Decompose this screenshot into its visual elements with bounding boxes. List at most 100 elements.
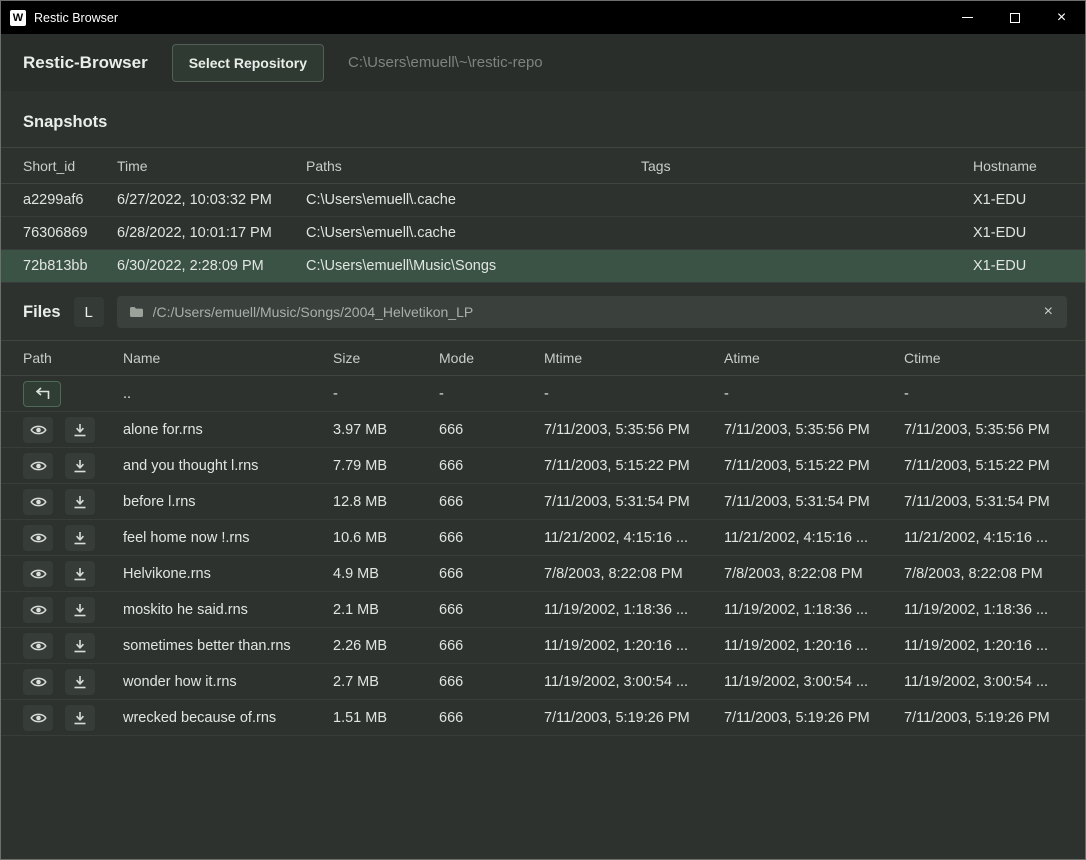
cell-atime: 7/11/2003, 5:31:54 PM <box>724 494 904 510</box>
column-header-ctime: Ctime <box>904 350 1085 366</box>
file-row: sometimes better than.rns 2.26 MB 666 11… <box>1 628 1085 664</box>
column-header-time: Time <box>117 158 306 174</box>
maximize-icon <box>1010 13 1020 23</box>
app-header: Restic-Browser Select Repository C:\User… <box>1 34 1085 91</box>
cell-name: sometimes better than.rns <box>123 638 333 654</box>
cell-size: 2.1 MB <box>333 602 439 618</box>
titlebar-left: W Restic Browser <box>1 10 118 26</box>
cell-mtime: 11/19/2002, 3:00:54 ... <box>544 674 724 690</box>
download-button[interactable] <box>65 633 95 659</box>
cell-mtime: 11/21/2002, 4:15:16 ... <box>544 530 724 546</box>
eye-icon <box>30 495 47 509</box>
preview-button[interactable] <box>23 525 53 551</box>
cell-atime: 11/19/2002, 3:00:54 ... <box>724 674 904 690</box>
cell-name: wrecked because of.rns <box>123 710 333 726</box>
clear-path-button[interactable]: × <box>1042 304 1055 320</box>
snapshots-section-title: Snapshots <box>23 113 1085 132</box>
parent-dir-actions <box>23 381 123 407</box>
files-toolbar: Files L /C:/Users/emuell/Music/Songs/200… <box>1 283 1085 340</box>
download-button[interactable] <box>65 525 95 551</box>
close-icon: × <box>1057 9 1066 27</box>
download-icon <box>73 639 87 653</box>
download-icon <box>73 567 87 581</box>
cell-mode: 666 <box>439 602 544 618</box>
preview-button[interactable] <box>23 597 53 623</box>
download-button[interactable] <box>65 417 95 443</box>
cell-atime: 7/11/2003, 5:35:56 PM <box>724 422 904 438</box>
cell-ctime: 11/19/2002, 1:20:16 ... <box>904 638 1085 654</box>
cell-hostname: X1-EDU <box>973 192 1067 208</box>
download-button[interactable] <box>65 489 95 515</box>
cell-ctime: 7/11/2003, 5:35:56 PM <box>904 422 1085 438</box>
download-button[interactable] <box>65 453 95 479</box>
minimize-button[interactable] <box>944 1 991 34</box>
eye-icon <box>30 423 47 437</box>
cell-mode: - <box>439 386 544 402</box>
cell-short-id: 72b813bb <box>23 258 117 274</box>
app-logo-icon: W <box>10 10 26 26</box>
preview-button[interactable] <box>23 705 53 731</box>
download-button[interactable] <box>65 561 95 587</box>
cell-name: Helvikone.rns <box>123 566 333 582</box>
file-row-actions <box>23 633 123 659</box>
cell-mtime: 7/8/2003, 8:22:08 PM <box>544 566 724 582</box>
file-row-actions <box>23 489 123 515</box>
parent-dir-button[interactable] <box>23 381 61 407</box>
cell-ctime: 7/8/2003, 8:22:08 PM <box>904 566 1085 582</box>
cell-mode: 666 <box>439 422 544 438</box>
preview-button[interactable] <box>23 489 53 515</box>
current-path: /C:/Users/emuell/Music/Songs/2004_Helvet… <box>153 304 1033 320</box>
minimize-icon <box>962 17 973 18</box>
cell-size: - <box>333 386 439 402</box>
download-icon <box>73 603 87 617</box>
column-header-mode: Mode <box>439 350 544 366</box>
cell-name: before l.rns <box>123 494 333 510</box>
cell-size: 1.51 MB <box>333 710 439 726</box>
titlebar[interactable]: W Restic Browser × <box>1 1 1085 34</box>
snapshot-row[interactable]: 72b813bb 6/30/2022, 2:28:09 PM C:\Users\… <box>1 250 1085 283</box>
snapshot-row[interactable]: 76306869 6/28/2022, 10:01:17 PM C:\Users… <box>1 217 1085 250</box>
cell-mtime: 7/11/2003, 5:19:26 PM <box>544 710 724 726</box>
files-section-title: Files <box>23 303 61 322</box>
cell-atime: 7/11/2003, 5:19:26 PM <box>724 710 904 726</box>
preview-button[interactable] <box>23 561 53 587</box>
file-row: feel home now !.rns 10.6 MB 666 11/21/20… <box>1 520 1085 556</box>
eye-icon <box>30 459 47 473</box>
cell-atime: - <box>724 386 904 402</box>
cell-ctime: 11/19/2002, 3:00:54 ... <box>904 674 1085 690</box>
cell-name: .. <box>123 386 333 402</box>
download-button[interactable] <box>65 597 95 623</box>
snapshot-row[interactable]: a2299af6 6/27/2022, 10:03:32 PM C:\Users… <box>1 184 1085 217</box>
maximize-button[interactable] <box>991 1 1038 34</box>
cell-size: 3.97 MB <box>333 422 439 438</box>
preview-button[interactable] <box>23 417 53 443</box>
cell-ctime: 7/11/2003, 5:31:54 PM <box>904 494 1085 510</box>
download-button[interactable] <box>65 669 95 695</box>
cell-name: alone for.rns <box>123 422 333 438</box>
preview-button[interactable] <box>23 669 53 695</box>
file-row: alone for.rns 3.97 MB 666 7/11/2003, 5:3… <box>1 412 1085 448</box>
app-window: W Restic Browser × Restic-Browser Select… <box>0 0 1086 860</box>
cell-mtime: - <box>544 386 724 402</box>
cell-name: feel home now !.rns <box>123 530 333 546</box>
cell-atime: 7/8/2003, 8:22:08 PM <box>724 566 904 582</box>
cell-size: 2.26 MB <box>333 638 439 654</box>
column-header-hostname: Hostname <box>973 158 1067 174</box>
column-header-atime: Atime <box>724 350 904 366</box>
cell-hostname: X1-EDU <box>973 258 1067 274</box>
file-row-actions <box>23 561 123 587</box>
download-button[interactable] <box>65 705 95 731</box>
close-button[interactable]: × <box>1038 1 1085 34</box>
select-repository-button[interactable]: Select Repository <box>172 44 324 82</box>
cell-mode: 666 <box>439 494 544 510</box>
preview-button[interactable] <box>23 453 53 479</box>
eye-icon <box>30 675 47 689</box>
column-header-name: Name <box>123 350 333 366</box>
preview-button[interactable] <box>23 633 53 659</box>
path-bar[interactable]: /C:/Users/emuell/Music/Songs/2004_Helvet… <box>117 296 1067 328</box>
cell-time: 6/27/2022, 10:03:32 PM <box>117 192 306 208</box>
file-row: moskito he said.rns 2.1 MB 666 11/19/200… <box>1 592 1085 628</box>
files-level-button[interactable]: L <box>74 297 104 327</box>
cell-paths: C:\Users\emuell\Music\Songs <box>306 258 641 274</box>
cell-short-id: a2299af6 <box>23 192 117 208</box>
